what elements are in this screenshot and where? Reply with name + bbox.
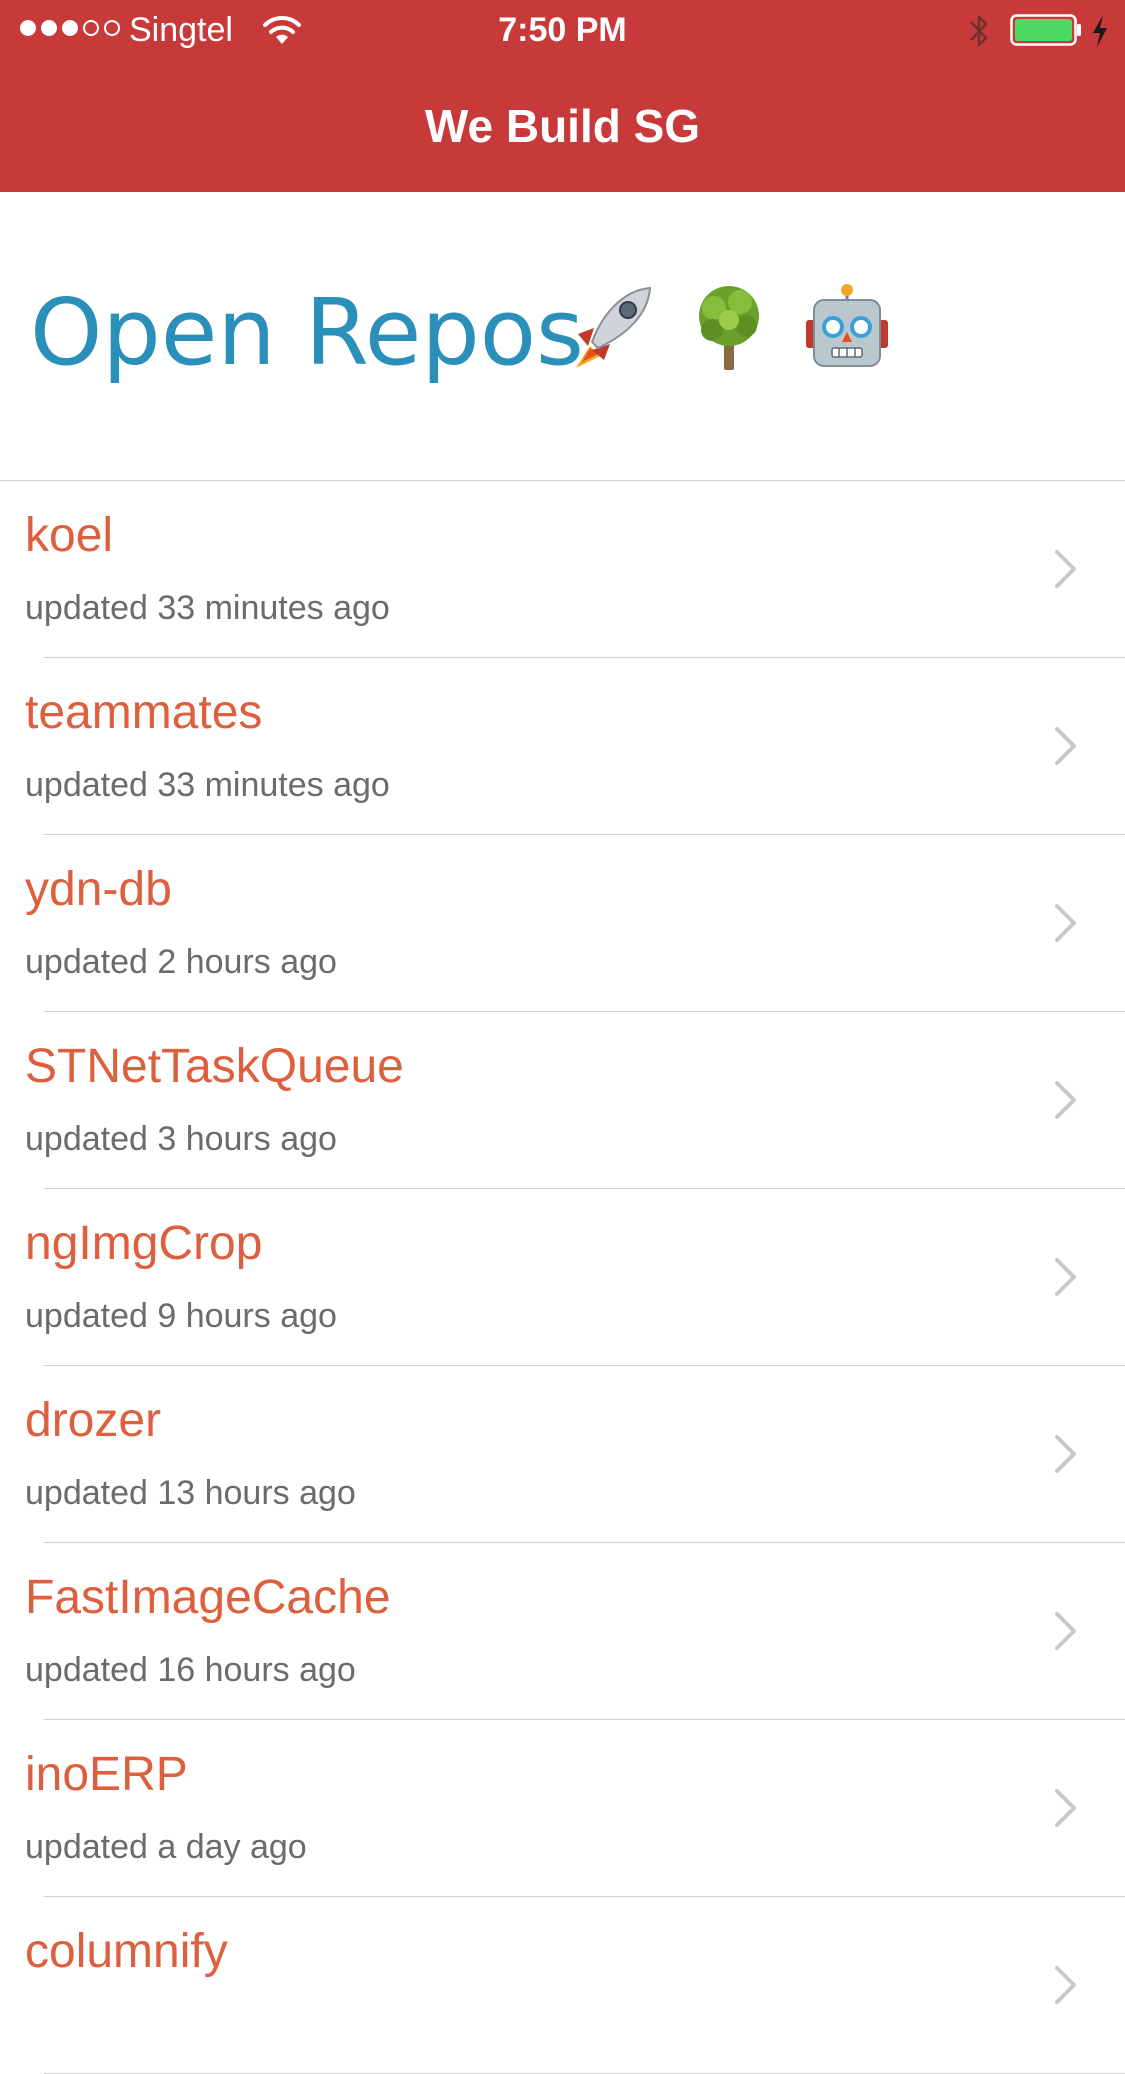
charging-icon (1093, 15, 1107, 47)
repo-name: teammates (25, 686, 263, 739)
repo-name: drozer (25, 1394, 162, 1447)
repo-name: STNetTaskQueue (25, 1040, 404, 1093)
battery-level-fill (1015, 19, 1072, 41)
repo-row-drozer[interactable]: drozer updated 13 hours ago (0, 1366, 1125, 1543)
repo-row-columnify[interactable]: columnify (0, 1897, 1125, 2074)
page-title: Open Repos (30, 279, 584, 386)
status-bar: Singtel 7:50 PM (0, 0, 1125, 60)
header-section: Open Repos (0, 192, 1125, 481)
repo-row-fastimagecache[interactable]: FastImageCache updated 16 hours ago (0, 1543, 1125, 1720)
repo-updated-time: updated 3 hours ago (25, 1120, 337, 1158)
repo-name: ngImgCrop (25, 1217, 263, 1270)
repo-row-stnettaskqueue[interactable]: STNetTaskQueue updated 3 hours ago (0, 1012, 1125, 1189)
chevron-right-icon (1055, 1612, 1076, 1650)
repo-updated-time: updated 13 hours ago (25, 1474, 356, 1512)
tree-icon (699, 286, 759, 370)
repo-updated-time: updated 16 hours ago (25, 1651, 356, 1689)
repo-row-ngimgcrop[interactable]: ngImgCrop updated 9 hours ago (0, 1189, 1125, 1366)
repo-updated-time: updated 33 minutes ago (25, 766, 390, 804)
repo-row-teammates[interactable]: teammates updated 33 minutes ago (0, 658, 1125, 835)
robot-icon (806, 284, 888, 367)
chevron-right-icon (1055, 1081, 1076, 1119)
repo-list: koel updated 33 minutes ago teammates up… (0, 481, 1125, 2074)
repo-updated-time: updated a day ago (25, 1828, 307, 1866)
chevron-right-icon (1055, 904, 1076, 942)
repo-name: inoERP (25, 1748, 188, 1801)
chevron-right-icon (1055, 1966, 1076, 2004)
battery-icon (1010, 14, 1081, 46)
nav-title: We Build SG (424, 100, 701, 152)
rocket-icon (576, 286, 652, 368)
status-time: 7:50 PM (498, 11, 627, 49)
bluetooth-icon (970, 15, 988, 47)
repo-name: FastImageCache (25, 1571, 391, 1624)
chevron-right-icon (1055, 1258, 1076, 1296)
repo-name: ydn-db (25, 863, 172, 916)
repo-row-ydn-db[interactable]: ydn-db updated 2 hours ago (0, 835, 1125, 1012)
repo-updated-time: updated 9 hours ago (25, 1297, 337, 1335)
repo-row-koel[interactable]: koel updated 33 minutes ago (0, 481, 1125, 658)
repo-name: columnify (25, 1925, 228, 1978)
repo-name: koel (25, 509, 114, 562)
top-bar: Singtel 7:50 PM We Build SG (0, 0, 1125, 192)
repo-row-inoerp[interactable]: inoERP updated a day ago (0, 1720, 1125, 1897)
repo-updated-time: updated 33 minutes ago (25, 589, 390, 627)
chevron-right-icon (1055, 550, 1076, 588)
repo-updated-time: updated 2 hours ago (25, 943, 337, 981)
chevron-right-icon (1055, 727, 1076, 765)
chevron-right-icon (1055, 1435, 1076, 1473)
chevron-right-icon (1055, 1789, 1076, 1827)
